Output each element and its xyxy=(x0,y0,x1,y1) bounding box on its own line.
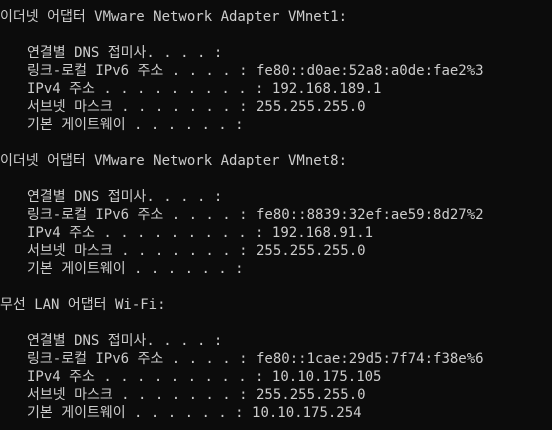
ipv6-row: 링크-로컬 IPv6 주소 . . . . : fe80::8839:32ef:… xyxy=(0,206,552,224)
subnet-mask-row: 서브넷 마스크 . . . . . . . : 255.255.255.0 xyxy=(0,242,552,260)
subnet-mask-row: 서브넷 마스크 . . . . . . . : 255.255.255.0 xyxy=(0,98,552,116)
dns-suffix-row: 연결별 DNS 접미사. . . . : xyxy=(0,188,552,206)
default-gateway-label: 기본 게이트웨이 . . . . . . : xyxy=(27,405,244,421)
ipv4-row: IPv4 주소 . . . . . . . . . : 192.168.91.1 xyxy=(0,224,552,242)
default-gateway-value: 10.10.175.254 xyxy=(243,405,362,421)
default-gateway-row: 기본 게이트웨이 . . . . . . : xyxy=(0,116,552,134)
subnet-mask-value: 255.255.255.0 xyxy=(247,387,366,403)
ipv4-value: 192.168.91.1 xyxy=(263,225,374,241)
subnet-mask-label: 서브넷 마스크 . . . . . . . : xyxy=(27,243,248,259)
ipv4-label: IPv4 주소 . . . . . . . . . : xyxy=(27,81,264,97)
dns-suffix-label: 연결별 DNS 접미사. . . . : xyxy=(27,189,223,205)
dns-suffix-label: 연결별 DNS 접미사. . . . : xyxy=(27,45,223,61)
default-gateway-label: 기본 게이트웨이 . . . . . . : xyxy=(27,261,244,277)
subnet-mask-value: 255.255.255.0 xyxy=(247,99,366,115)
default-gateway-row: 기본 게이트웨이 . . . . . . : 10.10.175.254 xyxy=(0,404,552,422)
subnet-mask-label: 서브넷 마스크 . . . . . . . : xyxy=(27,387,248,403)
ipv6-row: 링크-로컬 IPv6 주소 . . . . : fe80::d0ae:52a8:… xyxy=(0,62,552,80)
default-gateway-label: 기본 게이트웨이 . . . . . . : xyxy=(27,117,244,133)
ipv6-label: 링크-로컬 IPv6 주소 . . . . : xyxy=(27,351,248,367)
adapter-header-wifi: 무선 LAN 어댑터 Wi-Fi: xyxy=(0,297,166,313)
adapter-header-vmnet8: 이더넷 어댑터 VMware Network Adapter VMnet8: xyxy=(0,153,347,169)
ipv6-value: fe80::8839:32ef:ae59:8d27%2 xyxy=(247,207,484,223)
terminal-console[interactable]: 이더넷 어댑터 VMware Network Adapter VMnet1: 연… xyxy=(0,0,552,430)
ipv6-label: 링크-로컬 IPv6 주소 . . . . : xyxy=(27,207,248,223)
ipv4-row: IPv4 주소 . . . . . . . . . : 10.10.175.10… xyxy=(0,368,552,386)
ipv6-row: 링크-로컬 IPv6 주소 . . . . : fe80::1cae:29d5:… xyxy=(0,350,552,368)
ipv4-value: 10.10.175.105 xyxy=(263,369,382,385)
ipv4-label: IPv4 주소 . . . . . . . . . : xyxy=(27,369,264,385)
dns-suffix-row: 연결별 DNS 접미사. . . . : xyxy=(0,44,552,62)
ipv6-label: 링크-로컬 IPv6 주소 . . . . : xyxy=(27,63,248,79)
subnet-mask-value: 255.255.255.0 xyxy=(247,243,366,259)
ipv4-value: 192.168.189.1 xyxy=(263,81,382,97)
subnet-mask-label: 서브넷 마스크 . . . . . . . : xyxy=(27,99,248,115)
ipv4-label: IPv4 주소 . . . . . . . . . : xyxy=(27,225,264,241)
ipv4-row: IPv4 주소 . . . . . . . . . : 192.168.189.… xyxy=(0,80,552,98)
ipv6-value: fe80::d0ae:52a8:a0de:fae2%3 xyxy=(247,63,484,79)
adapter-header-vmnet1: 이더넷 어댑터 VMware Network Adapter VMnet1: xyxy=(0,9,347,25)
subnet-mask-row: 서브넷 마스크 . . . . . . . : 255.255.255.0 xyxy=(0,386,552,404)
default-gateway-row: 기본 게이트웨이 . . . . . . : xyxy=(0,260,552,278)
ipv6-value: fe80::1cae:29d5:7f74:f38e%6 xyxy=(247,351,484,367)
dns-suffix-row: 연결별 DNS 접미사. . . . : xyxy=(0,332,552,350)
dns-suffix-label: 연결별 DNS 접미사. . . . : xyxy=(27,333,223,349)
